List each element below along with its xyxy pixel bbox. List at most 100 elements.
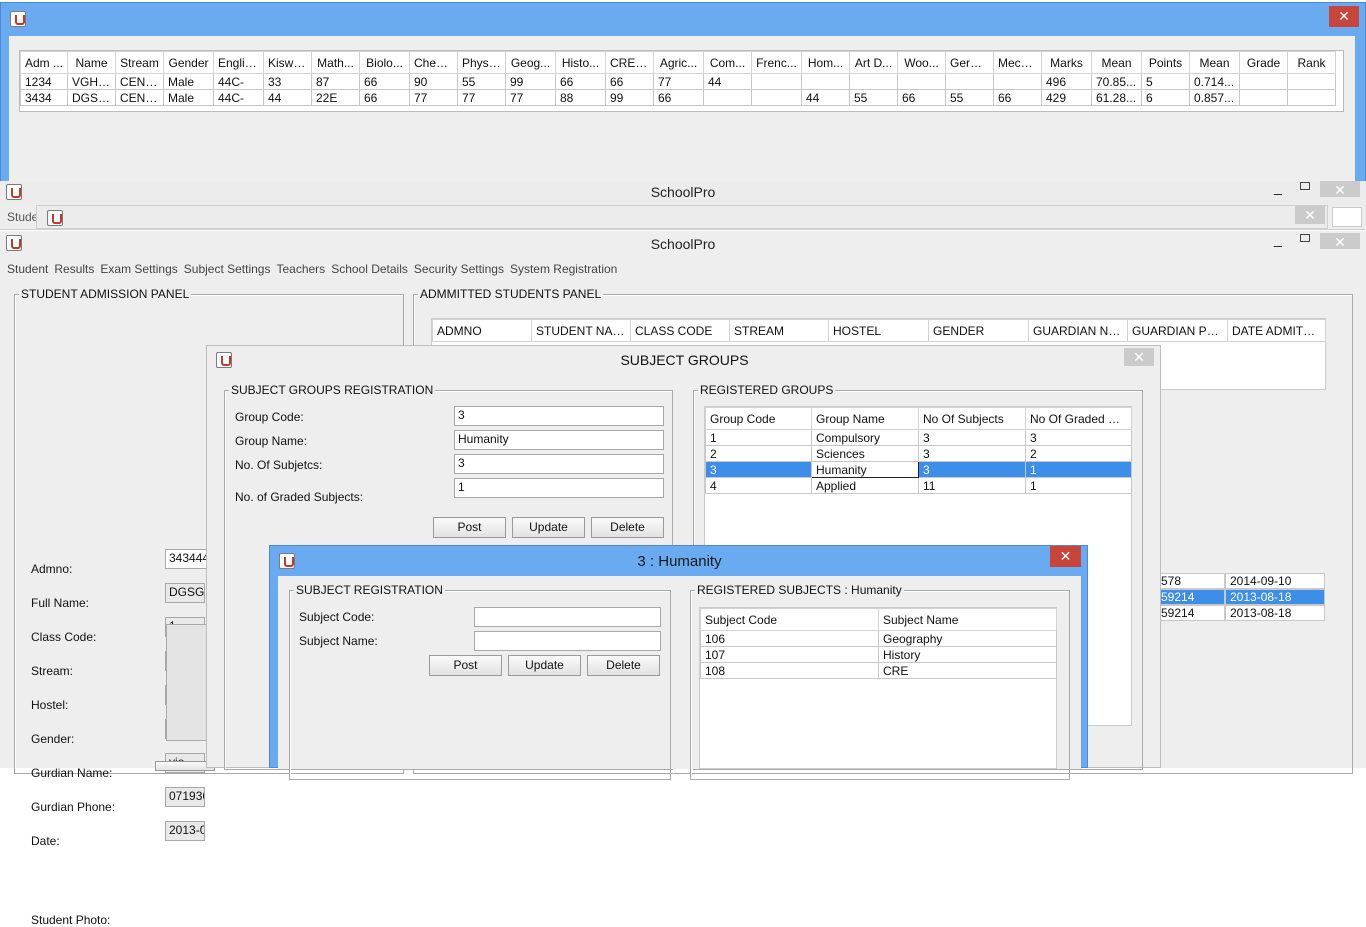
groups-row[interactable]: 1 Compulsory 3 3	[705, 429, 1132, 446]
admission-field-gurdianphone[interactable]: 071936	[165, 787, 205, 807]
results-column-header[interactable]: Chem...	[409, 51, 458, 74]
group-field[interactable]: Humanity	[454, 430, 664, 450]
results-column-header[interactable]: Mean	[1189, 51, 1240, 74]
results-column-header[interactable]: Name	[67, 51, 116, 74]
subject-update-button[interactable]: Update	[508, 655, 581, 676]
admitted-phone-cell[interactable]: 59214	[1158, 605, 1225, 621]
group-field[interactable]: 3	[454, 406, 664, 426]
groups-column-header[interactable]: Group Name	[811, 407, 919, 430]
minimize-button[interactable]: _	[1274, 231, 1282, 247]
results-column-header[interactable]: Woo...	[897, 51, 946, 74]
groups-row[interactable]: 2 Sciences 3 2	[705, 445, 1132, 462]
results-column-header[interactable]: Rank	[1287, 51, 1336, 74]
subject-groups-close-button[interactable]: ✕	[1124, 348, 1154, 366]
group-field[interactable]: 1	[454, 478, 664, 498]
student-tab-partial[interactable]: Stude	[7, 210, 38, 224]
admitted-date-cell[interactable]: 2013-08-18	[1225, 589, 1325, 605]
results-column-header[interactable]: CRE(...	[605, 51, 654, 74]
admission-field-date[interactable]: 2013-08	[165, 821, 205, 841]
results-column-header[interactable]: Geog...	[505, 51, 556, 74]
group-field[interactable]: 3	[454, 454, 664, 474]
subject-post-button[interactable]: Post	[429, 655, 502, 676]
group-delete-button[interactable]: Delete	[591, 517, 664, 538]
results-column-header[interactable]: Math...	[311, 51, 360, 74]
groups-row[interactable]: 4 Applied 11 1	[705, 477, 1132, 494]
admitted-column-header[interactable]: GENDER	[928, 319, 1029, 342]
subject-code-input[interactable]	[474, 607, 661, 627]
results-column-header[interactable]: Stream	[115, 51, 164, 74]
subjects-row[interactable]: 106 Geography	[700, 630, 1057, 647]
results-row[interactable]: 3434DGSGG...CENTRALMale44C-4422E66777777…	[20, 89, 1336, 106]
admitted-column-header[interactable]: DATE ADMITTED	[1227, 319, 1326, 342]
group-update-button[interactable]: Update	[512, 517, 585, 538]
results-table[interactable]: Adm ... Name Stream Gender Englis... Kiswa...…	[20, 51, 1336, 106]
menu-item-school-details[interactable]: School Details	[331, 262, 408, 276]
student-photo-box[interactable]	[166, 624, 210, 741]
menu-item-security-settings[interactable]: Security Settings	[414, 262, 504, 276]
groups-row[interactable]: 3 Humanity 3 1	[705, 461, 1132, 478]
groups-column-header[interactable]: No Of Graded Su...	[1025, 407, 1132, 430]
maximize-button[interactable]	[1300, 182, 1310, 190]
subject-name-input[interactable]	[474, 631, 661, 651]
results-column-header[interactable]: Points	[1141, 51, 1190, 74]
menu-item-teachers[interactable]: Teachers	[276, 262, 325, 276]
results-column-header[interactable]: Adm ...	[20, 51, 68, 74]
results-column-header[interactable]: Marks	[1041, 51, 1092, 74]
subjects-column-header[interactable]: Subject Code	[700, 608, 879, 631]
menu-item-results[interactable]: Results	[54, 262, 94, 276]
subjects-table[interactable]: Subject Code Subject Name 106 Geography 107 H…	[700, 608, 1057, 679]
admitted-table[interactable]: ADMNO STUDENT NAME CLASS CODE STREAM HOSTEL G…	[432, 319, 1326, 342]
admitted-date-cell[interactable]: 2014-09-10	[1225, 573, 1325, 589]
results-column-header[interactable]: Biolo...	[359, 51, 410, 74]
results-column-header[interactable]: Mech...	[993, 51, 1042, 74]
groups-cell: 3	[918, 461, 1026, 478]
results-column-header[interactable]: Englis...	[213, 51, 264, 74]
results-column-header[interactable]: Germ...	[945, 51, 994, 74]
results-column-header[interactable]: Grade	[1239, 51, 1288, 74]
results-column-header[interactable]: Mean	[1091, 51, 1142, 74]
results-column-header[interactable]: Kiswa...	[263, 51, 312, 74]
groups-table[interactable]: Group Code Group Name No Of Subjects No Of …	[705, 407, 1132, 494]
group-post-button[interactable]: Post	[433, 517, 506, 538]
subject-delete-button[interactable]: Delete	[587, 655, 660, 676]
results-column-header[interactable]: Art D...	[849, 51, 898, 74]
minimize-button[interactable]: _	[1274, 179, 1282, 195]
admitted-column-header[interactable]: HOSTEL	[828, 319, 929, 342]
results-column-header[interactable]: Hom...	[801, 51, 850, 74]
results-column-header[interactable]: Com...	[703, 51, 752, 74]
humanity-close-button[interactable]: ✕	[1050, 546, 1081, 567]
results-column-header[interactable]: Agric...	[653, 51, 704, 74]
results-row[interactable]: 1234VGHVH...CENTRALMale44C-3387669055996…	[20, 73, 1336, 90]
groups-column-header[interactable]: No Of Subjects	[918, 407, 1026, 430]
admitted-column-header[interactable]: ADMNO	[432, 319, 532, 342]
admission-field-fullname[interactable]: DGSGGH	[165, 583, 205, 603]
admitted-date-cell[interactable]: 2013-08-18	[1225, 605, 1325, 621]
results-column-header[interactable]: Histo...	[555, 51, 606, 74]
close-button[interactable]: ✕	[1320, 233, 1360, 250]
subjects-row[interactable]: 107 History	[700, 646, 1057, 663]
admitted-column-header[interactable]: CLASS CODE	[630, 319, 730, 342]
menu-item-subject-settings[interactable]: Subject Settings	[184, 262, 271, 276]
menu-item-exam-settings[interactable]: Exam Settings	[100, 262, 177, 276]
admitted-column-header[interactable]: STUDENT NAME	[531, 319, 631, 342]
inner-frame: ✕	[36, 205, 1328, 229]
admitted-phone-cell[interactable]: 59214	[1158, 589, 1225, 605]
admitted-column-header[interactable]: GUARDIAN NAME	[1028, 319, 1128, 342]
menu-item-student[interactable]: Student	[7, 262, 48, 276]
results-cell: 77	[505, 89, 556, 106]
groups-column-header[interactable]: Group Code	[705, 407, 812, 430]
results-column-header[interactable]: Gender	[163, 51, 214, 74]
subjects-row[interactable]: 108 CRE	[700, 662, 1057, 679]
close-button[interactable]: ✕	[1320, 181, 1360, 198]
inner-close-button[interactable]: ✕	[1295, 206, 1325, 224]
admission-label: Gurdian Name:	[31, 766, 113, 780]
results-close-button[interactable]: ✕	[1329, 6, 1359, 27]
results-column-header[interactable]: Physi...	[457, 51, 506, 74]
admitted-phone-cell[interactable]: 578	[1158, 573, 1225, 589]
admitted-column-header[interactable]: GUARDIAN PHONE	[1127, 319, 1228, 342]
admitted-column-header[interactable]: STREAM	[729, 319, 829, 342]
menu-item-system-registration[interactable]: System Registration	[510, 262, 617, 276]
maximize-button[interactable]	[1300, 234, 1310, 242]
subjects-column-header[interactable]: Subject Name	[878, 608, 1057, 631]
results-column-header[interactable]: Frenc...	[751, 51, 802, 74]
